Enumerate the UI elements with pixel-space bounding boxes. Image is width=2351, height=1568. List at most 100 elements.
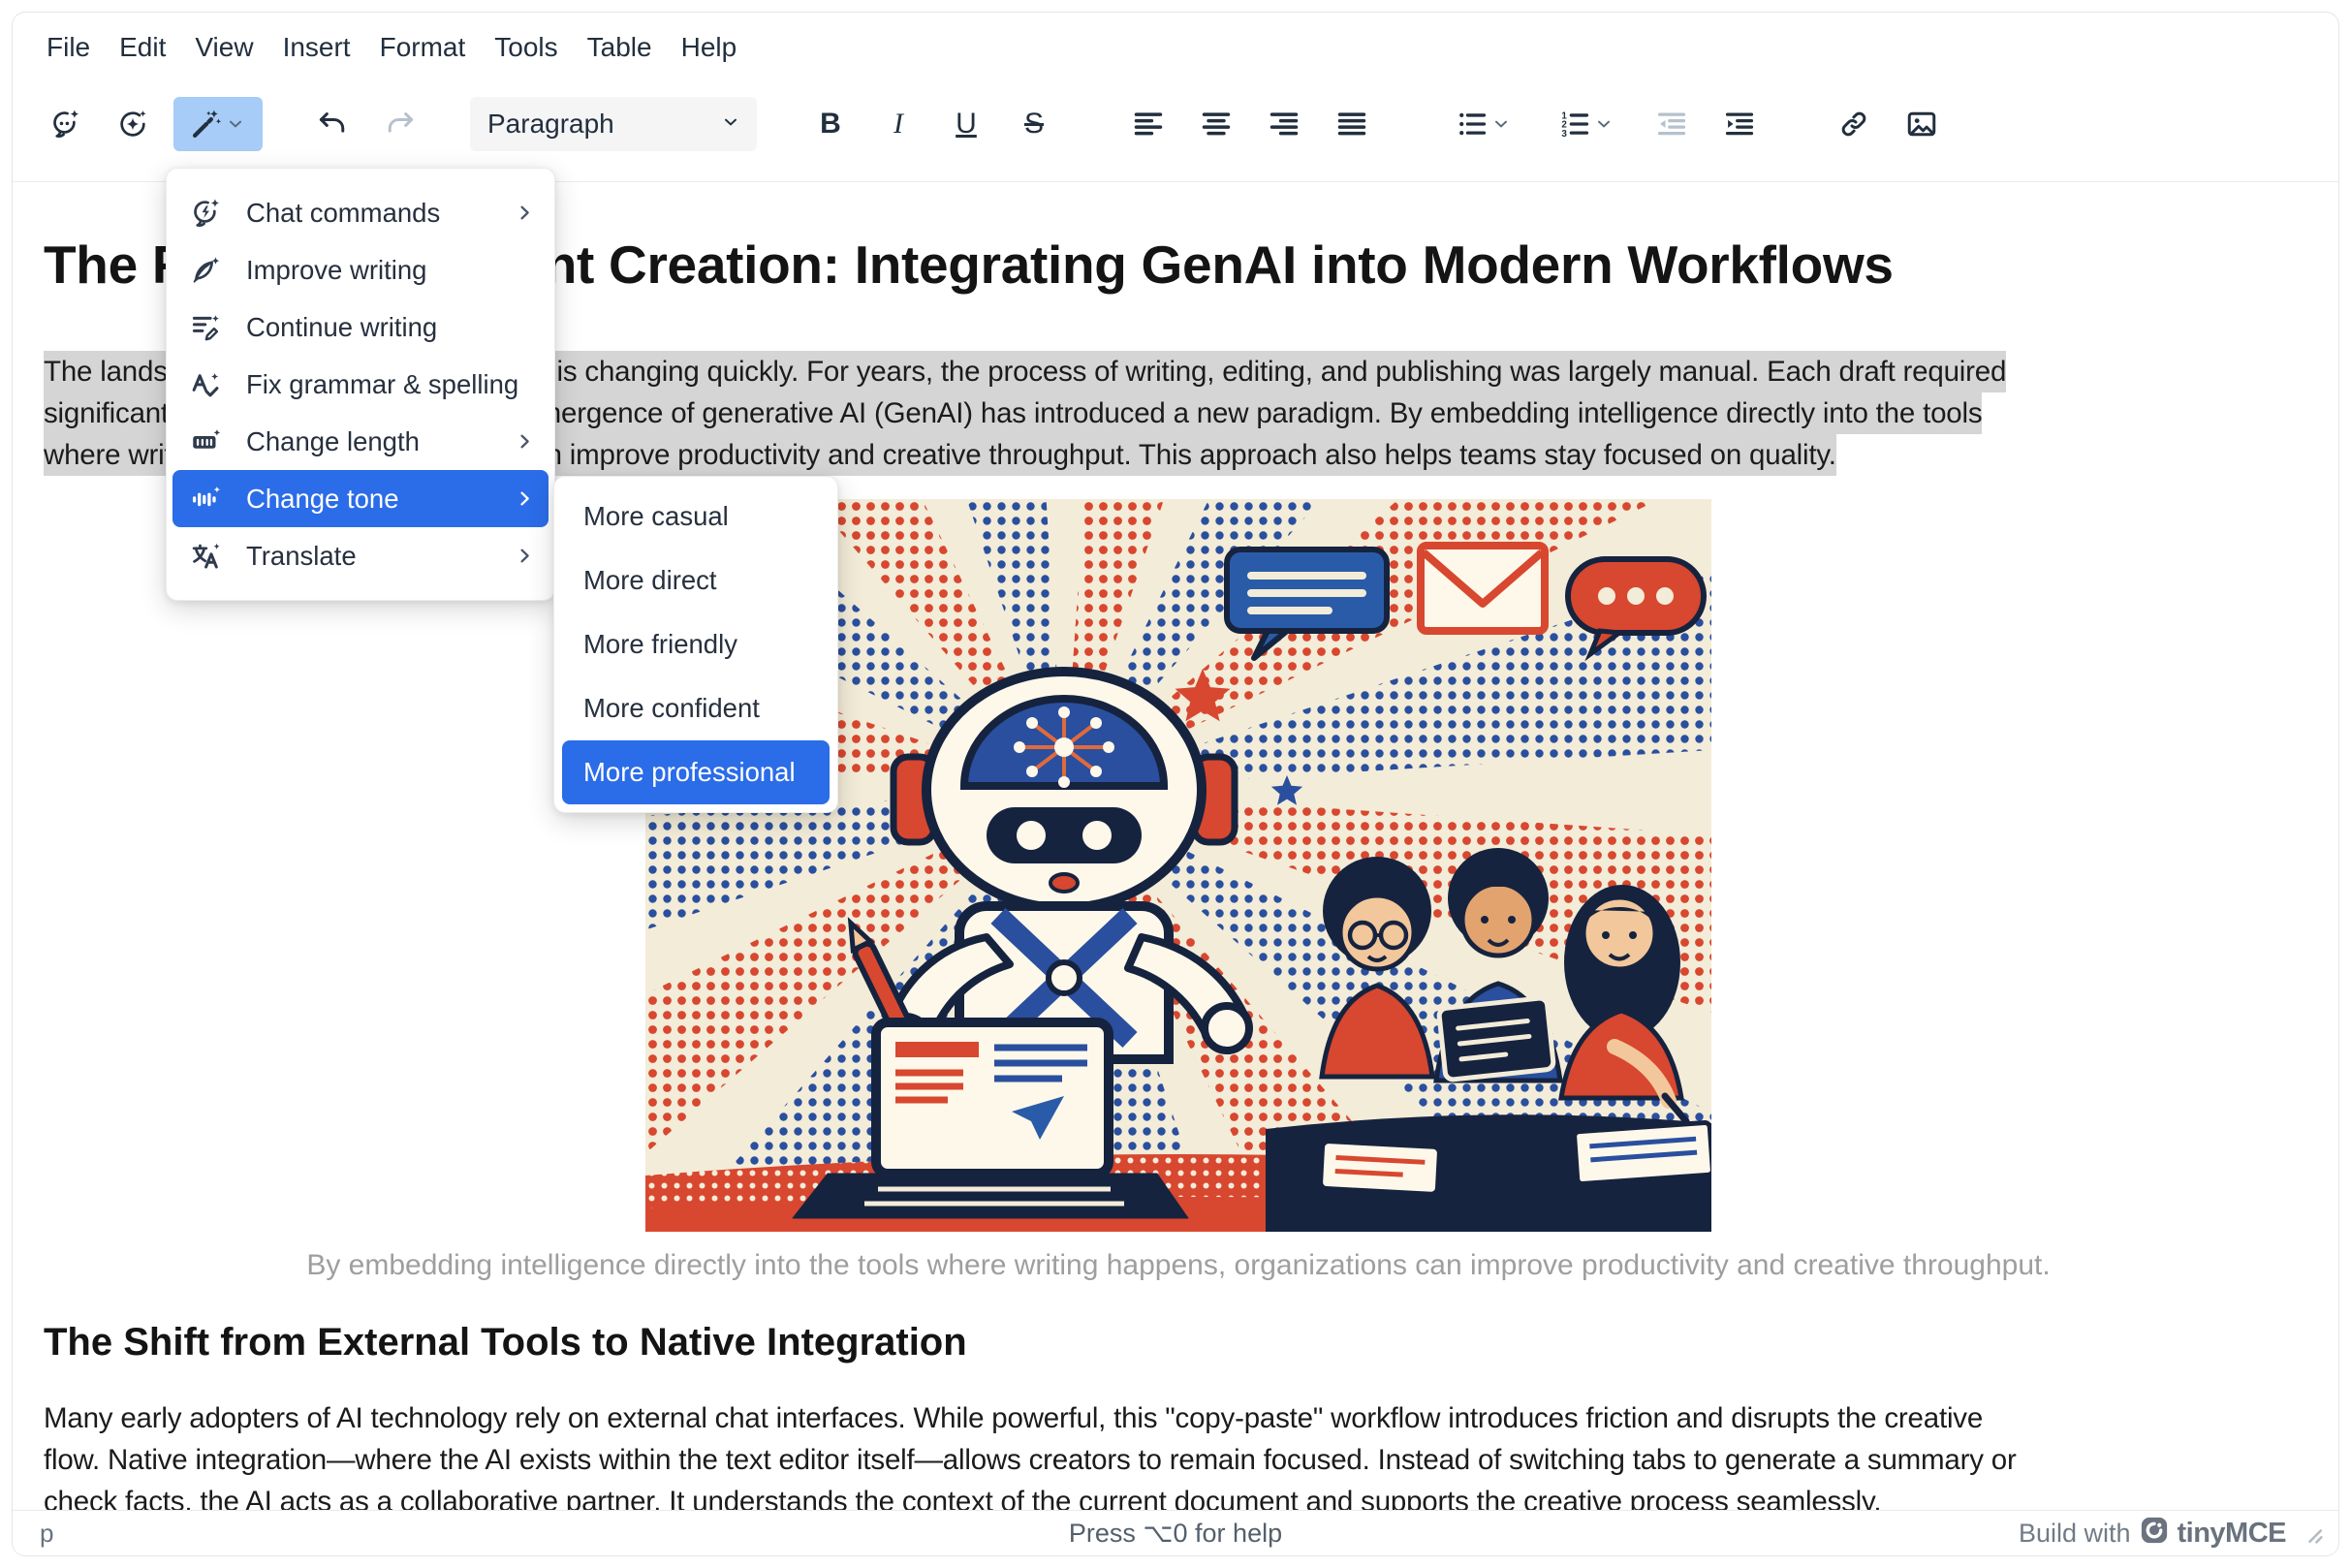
body-text-line: flow. Native integration—where the AI ex… — [44, 1439, 2313, 1481]
chat-commands-icon — [188, 196, 223, 231]
continue-writing-icon — [188, 310, 223, 345]
menubar-item-help[interactable]: Help — [667, 30, 752, 65]
align-justify-button[interactable] — [1325, 97, 1379, 151]
align-right-button[interactable] — [1257, 97, 1311, 151]
chevron-right-icon — [513, 429, 537, 454]
menu-item-label: Improve writing — [246, 255, 537, 286]
change-tone-submenu: More casualMore directMore friendlyMore … — [553, 476, 838, 813]
chevron-down-icon — [720, 109, 741, 140]
ai-menu-item-translate[interactable]: Translate — [172, 527, 549, 584]
align-left-icon — [1132, 108, 1165, 141]
redo-button[interactable] — [373, 97, 427, 151]
chevron-right-icon — [513, 544, 537, 568]
indent-icon — [1723, 108, 1756, 141]
numbered-list-button[interactable]: 123 — [1542, 97, 1631, 151]
ai-wand-icon — [190, 108, 223, 141]
resize-handle-icon[interactable] — [2296, 1517, 2329, 1550]
element-path[interactable]: p — [40, 1519, 53, 1549]
menu-item-label: Continue writing — [246, 312, 537, 343]
chevron-right-icon — [513, 486, 537, 511]
tone-option-more-casual[interactable]: More casual — [562, 485, 830, 549]
image-caption[interactable]: By embedding intelligence directly into … — [44, 1247, 2313, 1284]
menubar: FileEditViewInsertFormatToolsTableHelp — [13, 13, 2338, 67]
help-hint: Press ⌥0 for help — [1069, 1519, 1282, 1549]
chevron-right-icon — [513, 201, 537, 225]
branding-prefix: Build with — [2019, 1519, 2131, 1549]
chevron-down-icon — [225, 113, 246, 135]
section-heading[interactable]: The Shift from External Tools to Native … — [44, 1319, 2313, 1365]
ai-menu-item-continue-writing[interactable]: Continue writing — [172, 298, 549, 356]
underline-icon: U — [956, 110, 977, 139]
tone-option-more-professional[interactable]: More professional — [562, 740, 830, 804]
change-length-icon — [188, 424, 223, 459]
tinymce-logo-icon — [2140, 1516, 2169, 1552]
menubar-item-file[interactable]: File — [32, 30, 105, 65]
image-button[interactable] — [1895, 97, 1949, 151]
translate-icon — [188, 539, 223, 574]
menu-item-label: Translate — [246, 541, 513, 572]
chevron-down-icon — [1593, 113, 1614, 135]
branding-link[interactable]: Build with tinyMCE — [2019, 1516, 2286, 1552]
menu-item-label: Change length — [246, 426, 513, 457]
align-right-icon — [1268, 108, 1301, 141]
fix-grammar-icon — [188, 367, 223, 402]
ai-shortcuts-button[interactable] — [106, 97, 160, 151]
ai-menu-item-improve-writing[interactable]: Improve writing — [172, 241, 549, 298]
paragraph-format-label: Paragraph — [487, 109, 614, 140]
strikethrough-button[interactable]: S — [1007, 97, 1061, 151]
ai-assistant-icon — [48, 108, 81, 141]
branding-name: tinyMCE — [2178, 1518, 2287, 1550]
italic-icon: I — [893, 110, 903, 139]
numbered-list-icon: 123 — [1558, 108, 1591, 141]
ai-menu-item-change-tone[interactable]: Change tone — [172, 470, 549, 527]
underline-button[interactable]: U — [939, 97, 993, 151]
improve-writing-icon — [188, 253, 223, 288]
align-center-button[interactable] — [1189, 97, 1243, 151]
menubar-item-insert[interactable]: Insert — [268, 30, 365, 65]
bold-button[interactable]: B — [803, 97, 858, 151]
align-center-icon — [1200, 108, 1233, 141]
link-icon — [1837, 108, 1870, 141]
undo-icon — [316, 108, 349, 141]
align-justify-icon — [1335, 108, 1368, 141]
outdent-icon — [1655, 108, 1688, 141]
tone-option-more-direct[interactable]: More direct — [562, 549, 830, 612]
ai-menu-item-chat-commands[interactable]: Chat commands — [172, 184, 549, 241]
menu-item-label: Fix grammar & spelling — [246, 369, 537, 400]
align-left-button[interactable] — [1121, 97, 1176, 151]
italic-button[interactable]: I — [871, 97, 925, 151]
menubar-item-table[interactable]: Table — [573, 30, 667, 65]
paragraph-format-select[interactable]: Paragraph — [470, 97, 757, 151]
ai-dropdown-menu: Chat commands Improve writing Continue wri… — [166, 168, 555, 601]
change-tone-icon — [188, 482, 223, 517]
statusbar: p Press ⌥0 for help Build with tinyMCE — [13, 1510, 2338, 1555]
bullet-list-icon — [1456, 108, 1489, 141]
ai-assistant-button[interactable] — [38, 97, 92, 151]
menubar-item-format[interactable]: Format — [365, 30, 481, 65]
chevron-down-icon — [1490, 113, 1512, 135]
tone-option-more-confident[interactable]: More confident — [562, 676, 830, 740]
ai-command-menu-button[interactable] — [173, 97, 263, 151]
menu-item-label: Change tone — [246, 484, 513, 515]
menubar-item-tools[interactable]: Tools — [480, 30, 572, 65]
ai-menu-item-change-length[interactable]: Change length — [172, 413, 549, 470]
link-button[interactable] — [1827, 97, 1881, 151]
body-paragraph[interactable]: Many early adopters of AI technology rel… — [44, 1397, 2313, 1514]
redo-icon — [384, 108, 417, 141]
bold-icon: B — [820, 110, 841, 139]
outdent-button[interactable] — [1645, 97, 1699, 151]
undo-button[interactable] — [305, 97, 360, 151]
tone-option-more-friendly[interactable]: More friendly — [562, 612, 830, 676]
ai-menu-item-fix-grammar-spelling[interactable]: Fix grammar & spelling — [172, 356, 549, 413]
body-text-line: Many early adopters of AI technology rel… — [44, 1397, 2313, 1439]
image-icon — [1905, 108, 1938, 141]
ai-shortcuts-icon — [116, 108, 149, 141]
menubar-item-edit[interactable]: Edit — [105, 30, 180, 65]
menu-item-label: Chat commands — [246, 198, 513, 229]
menubar-item-view[interactable]: View — [180, 30, 267, 65]
body-text-line: check facts, the AI acts as a collaborat… — [44, 1481, 2313, 1514]
strikethrough-icon: S — [1024, 110, 1044, 139]
bullet-list-button[interactable] — [1439, 97, 1528, 151]
svg-text:3: 3 — [1561, 129, 1567, 140]
indent-button[interactable] — [1712, 97, 1767, 151]
